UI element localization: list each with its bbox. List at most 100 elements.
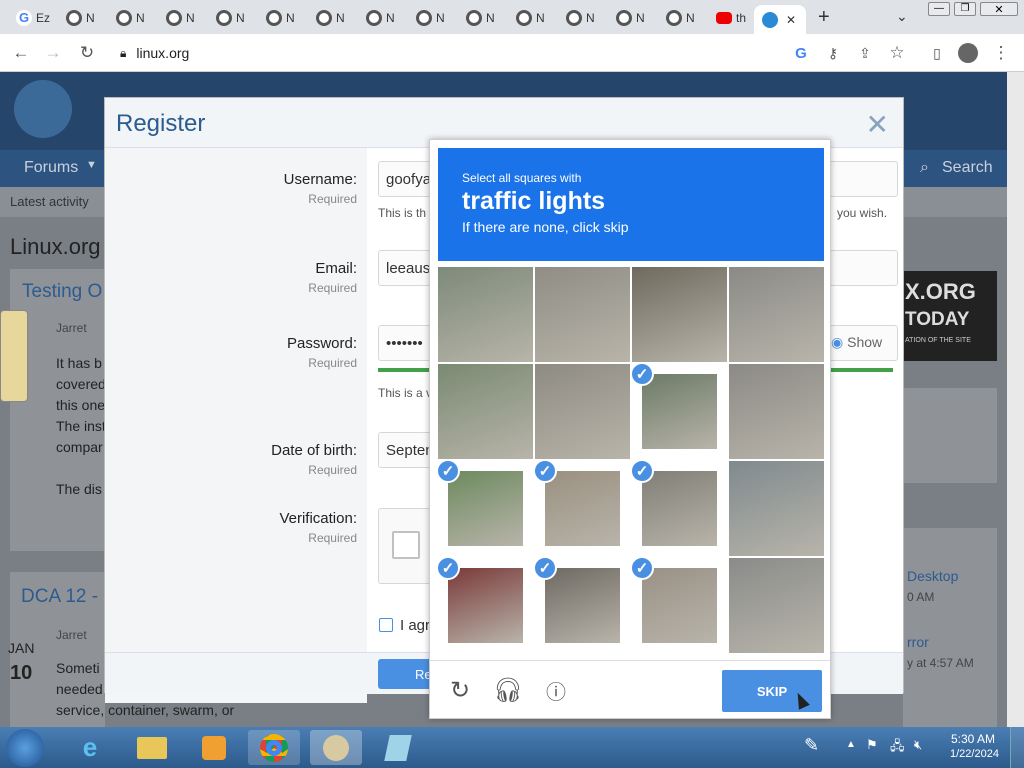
key-icon[interactable]: ⚷	[822, 42, 844, 64]
grid-tile[interactable]	[438, 267, 533, 362]
bookmark-star-icon[interactable]: ☆	[886, 42, 908, 64]
username-hint-right: you wish.	[837, 206, 888, 220]
recaptcha-checkbox[interactable]	[392, 531, 420, 559]
thread-title[interactable]: Testing O	[22, 281, 102, 303]
grid-tile[interactable]	[438, 364, 533, 459]
action-center-icon[interactable]: ⚑	[866, 737, 878, 753]
browser-tab[interactable]: N	[608, 5, 658, 30]
paint-icon[interactable]	[310, 730, 362, 765]
address-bar[interactable]: 🔒︎ linux.org	[108, 39, 908, 67]
internet-explorer-icon[interactable]: e	[64, 730, 116, 765]
audio-challenge-icon[interactable]: 🎧︎	[493, 675, 523, 705]
required-note: Required	[308, 281, 357, 295]
network-icon[interactable]: 🖧︎	[890, 737, 905, 759]
nav-forums[interactable]: Forums	[24, 159, 78, 177]
volume-muted-icon[interactable]: 🔇︎	[914, 737, 922, 753]
reload-icon[interactable]: ↻	[76, 42, 98, 64]
window-close-button[interactable]: ✕	[980, 2, 1018, 16]
grid-tile[interactable]: ✓	[535, 558, 630, 653]
tile-image	[642, 471, 717, 546]
dialog-title: Register	[116, 110, 206, 137]
google-lens-icon[interactable]: G	[790, 42, 812, 64]
clock[interactable]: 5:30 AM 1/22/2024	[950, 732, 999, 760]
youtube-icon	[716, 11, 732, 24]
restore-button[interactable]: ❐	[954, 2, 976, 16]
side-widget: Desktop 0 AM rror y at 4:57 AM	[903, 528, 997, 727]
notes-icon[interactable]	[372, 730, 424, 765]
side-link[interactable]: Desktop	[907, 568, 958, 584]
thread-author[interactable]: Jarret	[56, 321, 87, 335]
latest-activity-link[interactable]: Latest activity	[10, 194, 89, 209]
side-link[interactable]: rror	[907, 634, 929, 650]
grid-tile[interactable]	[729, 461, 824, 556]
browser-tab[interactable]: N	[208, 5, 258, 30]
browser-tab[interactable]: N	[308, 5, 358, 30]
tab-label: Ez	[36, 10, 51, 25]
grid-tile[interactable]	[729, 558, 824, 653]
chrome-icon	[516, 9, 532, 26]
grid-tile[interactable]: ✓	[535, 461, 630, 556]
grid-tile[interactable]: ✓	[632, 461, 727, 556]
media-player-icon[interactable]	[188, 730, 240, 765]
show-password-toggle[interactable]: ◉ Show	[831, 334, 882, 351]
show-desktop-button[interactable]	[1010, 727, 1024, 768]
menu-dots-icon[interactable]: ⋮	[990, 42, 1012, 64]
back-icon[interactable]: ←	[10, 42, 32, 64]
profile-avatar-icon[interactable]	[958, 43, 978, 63]
active-tab[interactable]: ✕	[754, 5, 806, 34]
browser-tab[interactable]: th	[708, 5, 758, 30]
minimize-button[interactable]: —	[928, 2, 950, 16]
grid-tile[interactable]: ✓	[438, 461, 533, 556]
side-panel-icon[interactable]: ▯	[926, 42, 948, 64]
browser-tab[interactable]: N	[508, 5, 558, 30]
start-button-icon[interactable]	[6, 729, 44, 767]
side-time: 0 AM	[907, 590, 935, 604]
nav-search[interactable]: Search	[942, 159, 993, 177]
grid-tile[interactable]	[729, 364, 824, 459]
tab-label: N	[86, 10, 95, 25]
browser-tab[interactable]: G Ez	[8, 5, 58, 30]
grid-tile[interactable]: ✓	[632, 364, 727, 459]
share-icon[interactable]: ⇪	[854, 42, 876, 64]
forward-icon[interactable]: →	[42, 42, 64, 64]
notepad-widget-icon[interactable]	[0, 310, 28, 402]
chrome-taskbar-icon[interactable]	[248, 730, 300, 765]
search-icon[interactable]: ⌕	[920, 159, 929, 177]
page-scrollbar[interactable]	[1007, 72, 1024, 727]
tab-label: N	[536, 10, 545, 25]
browser-tab[interactable]: N	[658, 5, 708, 30]
grid-tile[interactable]: ✓	[632, 558, 727, 653]
grid-tile[interactable]	[535, 364, 630, 459]
tile-image	[632, 267, 727, 362]
thread-title[interactable]: DCA 12 -	[21, 586, 98, 608]
thread-author[interactable]: Jarret	[56, 628, 87, 642]
file-explorer-icon[interactable]	[126, 730, 178, 765]
grid-tile[interactable]: ✓	[438, 558, 533, 653]
url-text: linux.org	[136, 45, 190, 61]
tab-label: N	[586, 10, 595, 25]
browser-tab[interactable]: N	[408, 5, 458, 30]
site-logo-icon[interactable]	[14, 80, 72, 138]
close-tab-icon[interactable]: ✕	[786, 13, 796, 27]
grid-tile[interactable]	[535, 267, 630, 362]
browser-tab[interactable]: N	[458, 5, 508, 30]
grid-tile[interactable]	[632, 267, 727, 362]
new-tab-button[interactable]: +	[818, 6, 830, 29]
info-icon[interactable]: ⓘ	[541, 675, 571, 705]
reload-challenge-icon[interactable]: ↻	[445, 675, 475, 705]
pen-tray-icon[interactable]: ✎	[804, 735, 832, 759]
tab-label: N	[336, 10, 345, 25]
verification-label: Verification:	[279, 510, 357, 527]
browser-tab[interactable]: N	[558, 5, 608, 30]
browser-tab[interactable]: N	[358, 5, 408, 30]
grid-tile[interactable]	[729, 267, 824, 362]
dialog-close-icon[interactable]: ✕	[866, 108, 889, 141]
banner-ad[interactable]: X.ORG TODAY ATION OF THE SITE	[903, 271, 997, 361]
browser-tab[interactable]: N	[58, 5, 108, 30]
tab-search-chevron-icon[interactable]: ⌄	[896, 8, 908, 25]
agree-checkbox[interactable]	[379, 618, 393, 632]
show-hidden-icons-icon[interactable]: ▲	[846, 739, 856, 750]
browser-tab[interactable]: N	[158, 5, 208, 30]
browser-tab[interactable]: N	[258, 5, 308, 30]
browser-tab[interactable]: N	[108, 5, 158, 30]
